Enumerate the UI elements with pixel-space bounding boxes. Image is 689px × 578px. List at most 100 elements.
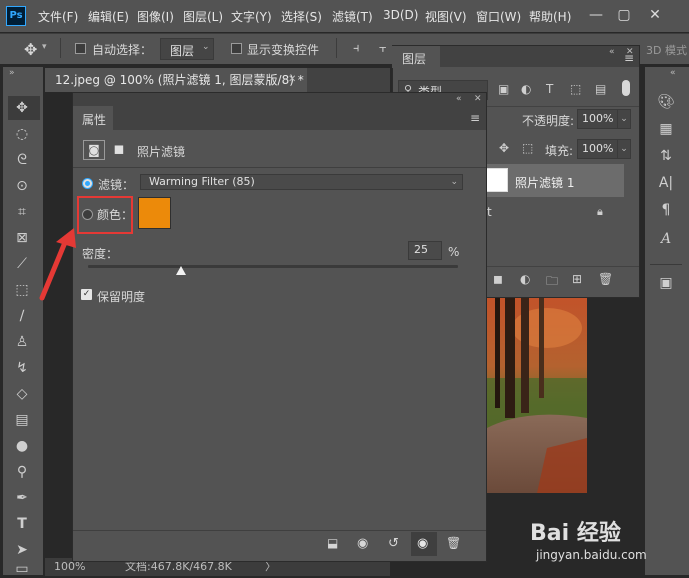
stamp-icon[interactable]: ♙ [13, 333, 31, 351]
shape-filter-icon[interactable]: ⬚ [570, 82, 581, 96]
show-transform-label: 显示变换控件 [247, 43, 320, 57]
blur-icon[interactable]: ● [13, 437, 31, 455]
minimize-button[interactable]: — [586, 6, 606, 24]
layer-mask-thumbnail[interactable] [486, 168, 508, 192]
opacity-chevron-icon[interactable]: ⌄ [617, 109, 631, 129]
auto-select-dropdown[interactable]: 图层 ⌄ [160, 38, 214, 60]
baidu-watermark: Bai 经验 [530, 521, 621, 546]
menu-select[interactable]: 选择(S) [281, 8, 322, 25]
swatches-grid-icon[interactable]: ▦ [655, 119, 677, 139]
mask-icon[interactable]: ◼ [111, 142, 127, 158]
view-previous-icon[interactable]: ◉ [357, 536, 368, 551]
auto-select-value: 图层 [170, 44, 195, 58]
close-props-icon[interactable]: ✕ [474, 93, 482, 105]
menu-type[interactable]: 文字(Y) [231, 8, 272, 25]
opacity-field[interactable]: 100% [577, 109, 619, 129]
menu-window[interactable]: 窗口(W) [476, 8, 521, 25]
trash-icon[interactable]: 🗑︎ [446, 536, 461, 550]
collapse-props-icon[interactable]: « [456, 93, 462, 105]
close-tab-icon[interactable]: ✕ [288, 74, 296, 85]
marquee-icon[interactable]: ◌ [13, 125, 31, 143]
character-icon[interactable]: A| [655, 173, 677, 193]
gradient-icon[interactable]: ▤ [13, 411, 31, 429]
preserve-luminosity-checkbox[interactable]: ✓ [81, 289, 92, 300]
menu-filter[interactable]: 滤镜(T) [332, 8, 373, 25]
filter-value: Warming Filter (85) [149, 175, 255, 188]
pen-icon[interactable]: ✒ [13, 489, 31, 507]
align-center-icon[interactable]: ⫟ [379, 41, 387, 56]
crop-icon[interactable]: ⌗ [13, 203, 31, 221]
align-left-icon[interactable]: ⫞ [353, 41, 360, 56]
lock-position-icon[interactable]: ✥ [499, 141, 509, 155]
move-tool-icon[interactable]: ✥ [24, 40, 37, 59]
paragraph-icon[interactable]: ¶ [655, 200, 677, 220]
pixel-filter-icon[interactable]: ▣ [498, 82, 509, 96]
color-palette-icon[interactable]: 🎨︎ [655, 92, 677, 112]
properties-topbar [73, 93, 486, 106]
trash-icon[interactable]: 🗑︎ [598, 272, 613, 286]
quick-select-icon[interactable]: ⊙ [13, 177, 31, 195]
menu-help[interactable]: 帮助(H) [529, 8, 571, 25]
lasso-icon[interactable]: ᘓ [13, 151, 31, 169]
density-slider-track[interactable] [88, 265, 458, 268]
path-select-icon[interactable]: ➤ [13, 541, 31, 559]
lock-artboard-icon[interactable]: ⬚ [522, 141, 533, 155]
healing-brush-icon[interactable]: ⬚ [13, 281, 31, 299]
3d-mode-label: 3D 模式 [646, 44, 687, 57]
menu-image[interactable]: 图像(I) [137, 8, 174, 25]
fill-label: 填充: [545, 144, 574, 158]
brush-icon[interactable]: ∕ [13, 307, 31, 325]
panel-menu-icon[interactable]: ≡ [624, 51, 634, 65]
shape-icon[interactable]: ▭ [13, 562, 31, 576]
tool-preset-chevron-icon[interactable]: ▾ [42, 42, 47, 52]
filter-radio-dot [85, 181, 90, 186]
adjustments-icon[interactable]: ⇅ [655, 146, 677, 166]
smart-filter-icon[interactable]: ▤ [595, 82, 606, 96]
show-transform-checkbox[interactable] [231, 43, 242, 54]
photoshop-logo[interactable]: Ps [6, 6, 26, 26]
filter-dropdown[interactable]: Warming Filter (85) ⌄ [140, 174, 463, 190]
color-swatch[interactable] [138, 197, 171, 229]
move-icon[interactable]: ✥ [13, 99, 31, 117]
frame-icon[interactable]: ⊠ [13, 229, 31, 247]
preserve-luminosity-label: 保留明度 [97, 290, 146, 304]
type-filter-icon[interactable]: T [546, 82, 553, 96]
history-brush-icon[interactable]: ↯ [13, 359, 31, 377]
adjustment-filter-icon[interactable]: ◐ [521, 82, 531, 96]
eraser-icon[interactable]: ◇ [13, 385, 31, 403]
add-mask-icon[interactable]: ◼ [493, 272, 503, 286]
camera-adjustment-icon[interactable]: ◙ [83, 140, 105, 160]
fill-chevron-icon[interactable]: ⌄ [617, 139, 631, 159]
density-slider-thumb[interactable] [175, 266, 186, 275]
chevron-down-icon: ⌄ [450, 177, 458, 187]
menu-layer[interactable]: 图层(L) [183, 8, 223, 25]
new-layer-icon[interactable]: ⊞ [572, 272, 582, 286]
collapse-panel-icon[interactable]: « [609, 47, 615, 57]
dodge-icon[interactable]: ⚲ [13, 463, 31, 481]
auto-select-checkbox[interactable] [75, 43, 86, 54]
libraries-icon[interactable]: ▣ [655, 273, 677, 293]
collapse-toolbar-icon[interactable]: » [9, 68, 15, 78]
menu-view[interactable]: 视图(V) [425, 8, 467, 25]
glyphs-icon[interactable]: A [655, 229, 677, 249]
type-icon[interactable]: T [13, 515, 31, 533]
menu-edit[interactable]: 编辑(E) [88, 8, 129, 25]
opacity-label: 不透明度: [522, 114, 575, 128]
clip-to-layer-icon[interactable]: ⬓ [327, 536, 338, 550]
menu-3d[interactable]: 3D(D) [383, 8, 418, 22]
new-group-icon[interactable]: 🗀︎ [546, 272, 558, 293]
eyedropper-icon[interactable]: ⟋ [13, 255, 31, 273]
collapse-strip-icon[interactable]: « [670, 68, 676, 78]
density-field[interactable]: 25 [408, 241, 442, 260]
filter-toggle[interactable] [622, 80, 630, 96]
layer-name[interactable]: 照片滤镜 1 [515, 174, 574, 191]
divider [60, 38, 61, 58]
new-adjustment-icon[interactable]: ◐ [520, 272, 530, 286]
menu-file[interactable]: 文件(F) [38, 8, 78, 25]
document-tab[interactable]: 12.jpeg @ 100% (照片滤镜 1, 图层蒙版/8) * [45, 68, 307, 92]
properties-menu-icon[interactable]: ≡ [470, 111, 480, 125]
fill-field[interactable]: 100% [577, 139, 619, 159]
close-window-button[interactable]: ✕ [645, 6, 665, 24]
maximize-button[interactable]: ▢ [614, 6, 634, 24]
reset-icon[interactable]: ↺ [388, 536, 399, 551]
